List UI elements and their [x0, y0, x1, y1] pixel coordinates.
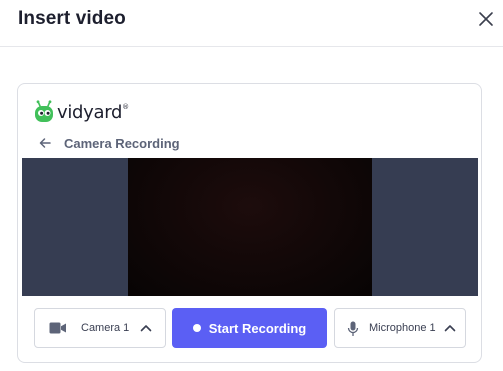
camera-feed — [128, 158, 372, 296]
camera-select[interactable]: Camera 1 — [34, 308, 166, 348]
microphone-select-value: Microphone 1 — [369, 322, 436, 334]
microphone-select[interactable]: Microphone 1 — [334, 308, 466, 348]
camera-select-value: Camera 1 — [81, 322, 130, 334]
brand-logo: vidyard® — [33, 100, 129, 124]
brand-name: vidyard® — [57, 101, 129, 123]
back-arrow-icon[interactable] — [38, 136, 52, 150]
back-row[interactable]: Camera Recording — [38, 134, 180, 152]
start-recording-label: Start Recording — [208, 320, 307, 336]
recorder-controls: Camera 1 Start Recording Microphone 1 — [34, 308, 466, 348]
video-camera-icon — [49, 322, 66, 334]
recording-mode-title: Camera Recording — [64, 135, 180, 151]
close-icon — [479, 12, 493, 26]
record-dot-icon — [192, 324, 201, 332]
vidyard-robot-icon — [35, 100, 53, 122]
microphone-icon — [347, 321, 359, 336]
modal-header: Insert video — [0, 0, 503, 47]
modal-title: Insert video — [18, 8, 126, 29]
chevron-up-icon[interactable] — [444, 323, 456, 333]
chevron-up-icon[interactable] — [140, 323, 152, 333]
close-button[interactable] — [477, 10, 495, 28]
start-recording-button[interactable]: Start Recording — [172, 308, 327, 348]
recorder-panel: vidyard® Camera Recording Camera 1 Start… — [17, 83, 482, 363]
camera-preview — [22, 158, 478, 296]
